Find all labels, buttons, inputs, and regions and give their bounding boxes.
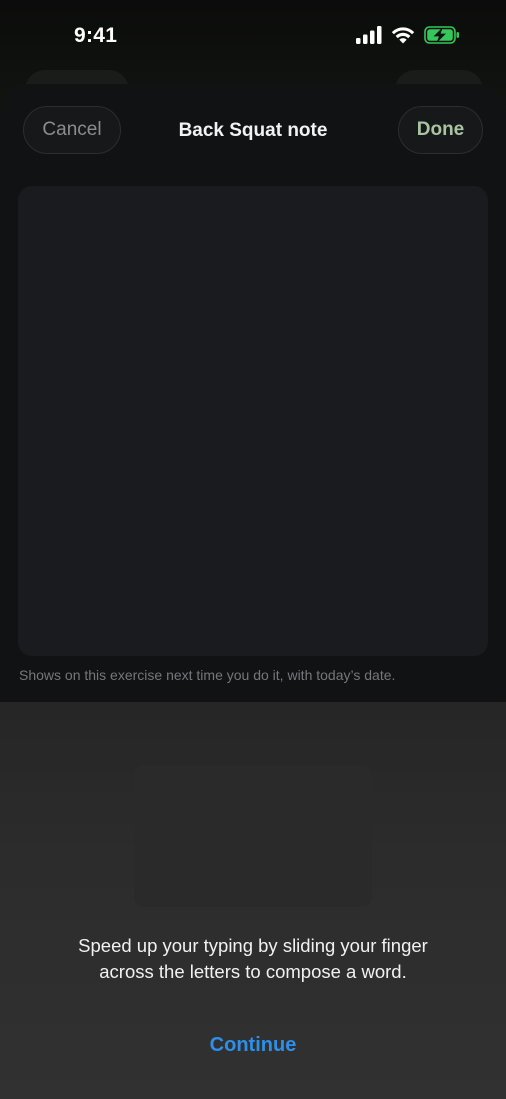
note-hint-text: Shows on this exercise next time you do …: [19, 667, 396, 683]
done-button[interactable]: Done: [398, 106, 483, 154]
status-icons: [356, 26, 460, 44]
status-time: 9:41: [74, 24, 118, 47]
keyboard-tip-message: Speed up your typing by sliding your fin…: [40, 933, 466, 985]
note-text-area[interactable]: [18, 186, 488, 656]
keyboard-tip-panel: Speed up your typing by sliding your fin…: [0, 702, 506, 1099]
battery-charging-icon: [424, 26, 459, 44]
continue-button[interactable]: Continue: [0, 1034, 506, 1057]
keyboard-tip-line-2: across the letters to compose a word.: [99, 961, 407, 982]
keyboard-tip-line-1: Speed up your typing by sliding your fin…: [78, 935, 428, 956]
cellular-signal-icon: [356, 26, 382, 44]
swipe-typing-demo-image: [134, 765, 372, 907]
wifi-icon: [391, 27, 415, 44]
status-bar: 9:41: [0, 0, 506, 74]
